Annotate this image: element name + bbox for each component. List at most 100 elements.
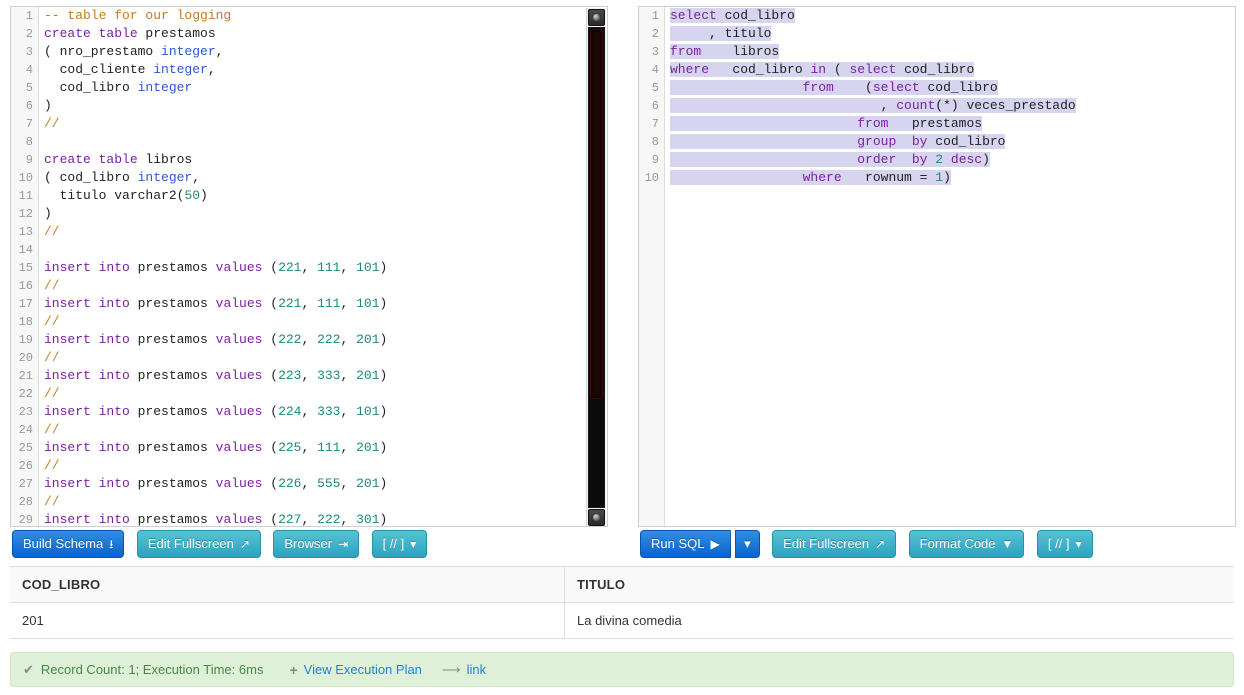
schema-code-area[interactable]: -- table for our logging create table pre… bbox=[40, 7, 607, 526]
schema-terminator-label: [ // ] bbox=[382, 536, 405, 551]
table-row: 201 La divina comedia bbox=[10, 602, 1234, 639]
line-number: 17 bbox=[18, 297, 33, 311]
code-token: insert into bbox=[44, 440, 138, 455]
code-line: // bbox=[44, 421, 607, 439]
line-number: 2 bbox=[25, 27, 33, 41]
format-code-button[interactable]: Format Code ▼ bbox=[908, 530, 1025, 558]
schema-edit-fullscreen-button[interactable]: Edit Fullscreen ↗ bbox=[136, 530, 261, 558]
schema-vertical-scrollbar[interactable] bbox=[586, 8, 606, 526]
code-token: ( bbox=[833, 80, 873, 95]
code-token: values bbox=[215, 476, 271, 491]
code-line: insert into prestamos values (221, 111, … bbox=[44, 259, 607, 277]
code-token: group bbox=[857, 134, 897, 149]
code-token: libros bbox=[701, 44, 780, 59]
selected-text: from (select cod_libro bbox=[670, 80, 998, 95]
code-token: ) bbox=[379, 260, 388, 275]
code-token: prestamos bbox=[145, 26, 216, 41]
code-token: ) bbox=[379, 476, 388, 491]
run-sql-dropdown-toggle[interactable]: ▾ bbox=[735, 530, 760, 558]
code-token: libros bbox=[145, 152, 193, 167]
line-number: 7 bbox=[25, 117, 33, 131]
code-token: by bbox=[911, 152, 928, 167]
code-token: 2 bbox=[935, 152, 944, 167]
code-line: where rownum = 1) bbox=[670, 169, 1235, 187]
code-token: ) bbox=[379, 440, 388, 455]
code-line: // bbox=[44, 493, 607, 511]
code-token: , bbox=[340, 440, 357, 455]
line-number: 19 bbox=[18, 333, 33, 347]
browser-button[interactable]: Browser ⇥ bbox=[273, 530, 360, 558]
code-token: , bbox=[340, 404, 357, 419]
code-token: ( bbox=[826, 62, 850, 77]
code-token: 101 bbox=[356, 404, 380, 419]
line-number: 9 bbox=[25, 153, 33, 167]
schema-codemirror[interactable]: 1 2 3 4 5 6 7 8 9 10 11 12 13 14 15 16 17 18 19 20 21 22 23 24 2… bbox=[11, 7, 607, 526]
schema-toolbar: Build Schema ⭳ Edit Fullscreen ↗ Browser ⇥ … bbox=[12, 530, 435, 558]
scroll-up-button[interactable] bbox=[588, 9, 605, 26]
line-number: 21 bbox=[18, 369, 33, 383]
code-line: // bbox=[44, 349, 607, 367]
code-token: integer bbox=[137, 170, 193, 185]
code-token: 301 bbox=[356, 512, 380, 526]
query-terminator-dropdown[interactable]: [ // ] ▾ bbox=[1036, 530, 1093, 558]
code-token: 50 bbox=[184, 188, 201, 203]
scrollbar-track[interactable] bbox=[588, 27, 605, 508]
line-number: 25 bbox=[18, 441, 33, 455]
line-number: 3 bbox=[651, 45, 659, 59]
scrollbar-thumb[interactable] bbox=[590, 29, 603, 399]
code-token: cod_libro bbox=[716, 8, 795, 23]
query-edit-fullscreen-button[interactable]: Edit Fullscreen ↗ bbox=[772, 530, 897, 558]
code-token: titulo varchar2( bbox=[44, 188, 185, 203]
code-token: 111 bbox=[317, 440, 341, 455]
code-token: 221 bbox=[278, 296, 302, 311]
code-token: count bbox=[896, 98, 936, 113]
code-token: ) bbox=[379, 404, 388, 419]
code-token: prestamos bbox=[137, 296, 216, 311]
code-token: 222 bbox=[278, 332, 302, 347]
scroll-down-button[interactable] bbox=[588, 509, 605, 526]
schema-terminator-dropdown[interactable]: [ // ] ▾ bbox=[371, 530, 428, 558]
table-cell: La divina comedia bbox=[564, 602, 1234, 639]
code-token: 222 bbox=[317, 332, 341, 347]
code-line: // bbox=[44, 115, 607, 133]
status-bar: ✔ Record Count: 1; Execution Time: 6ms +… bbox=[10, 652, 1234, 687]
code-token: , bbox=[301, 440, 318, 455]
code-line: // bbox=[44, 385, 607, 403]
line-number: 28 bbox=[18, 495, 33, 509]
code-line: insert into prestamos values (221, 111, … bbox=[44, 295, 607, 313]
code-token: ( bbox=[270, 404, 279, 419]
code-token: prestamos bbox=[137, 440, 216, 455]
query-codemirror[interactable]: 1 2 3 4 5 6 7 8 9 10 select cod_libro , titulo fro… bbox=[639, 7, 1235, 526]
download-icon: ⭳ bbox=[109, 537, 114, 551]
permalink-link[interactable]: link bbox=[467, 662, 487, 677]
code-token: 111 bbox=[317, 260, 341, 275]
query-editor-panel[interactable]: 1 2 3 4 5 6 7 8 9 10 select cod_libro , titulo fro… bbox=[638, 6, 1236, 527]
code-token: insert into bbox=[44, 512, 138, 526]
code-token: prestamos bbox=[137, 332, 216, 347]
code-token: cod_libro bbox=[919, 80, 998, 95]
code-token: // bbox=[44, 314, 60, 329]
view-execution-plan-link[interactable]: View Execution Plan bbox=[304, 662, 422, 677]
run-sql-label: Run SQL bbox=[651, 536, 705, 551]
code-token: 101 bbox=[356, 296, 380, 311]
code-token: from bbox=[857, 116, 889, 131]
expand-icon: ↗ bbox=[875, 537, 886, 551]
line-number: 11 bbox=[18, 189, 33, 203]
query-code-area[interactable]: select cod_libro , titulo from libros wher… bbox=[666, 7, 1235, 526]
run-sql-button[interactable]: Run SQL ▶ bbox=[640, 530, 731, 558]
schema-editor-panel[interactable]: 1 2 3 4 5 6 7 8 9 10 11 12 13 14 15 16 17 18 19 20 21 22 23 24 2… bbox=[10, 6, 608, 527]
code-token: 225 bbox=[278, 440, 302, 455]
build-schema-button[interactable]: Build Schema ⭳ bbox=[12, 530, 125, 558]
code-token: ) bbox=[379, 512, 388, 526]
line-number: 5 bbox=[25, 81, 33, 95]
schema-line-number-gutter: 1 2 3 4 5 6 7 8 9 10 11 12 13 14 15 16 17 18 19 20 21 22 23 24 2… bbox=[11, 7, 39, 526]
code-line: // bbox=[44, 457, 607, 475]
code-token: // bbox=[44, 278, 60, 293]
code-token: ) bbox=[379, 332, 388, 347]
code-line: // bbox=[44, 313, 607, 331]
code-token: ( cod_libro bbox=[44, 170, 138, 185]
code-line: ( cod_libro integer, bbox=[44, 169, 607, 187]
code-token: 221 bbox=[278, 260, 302, 275]
